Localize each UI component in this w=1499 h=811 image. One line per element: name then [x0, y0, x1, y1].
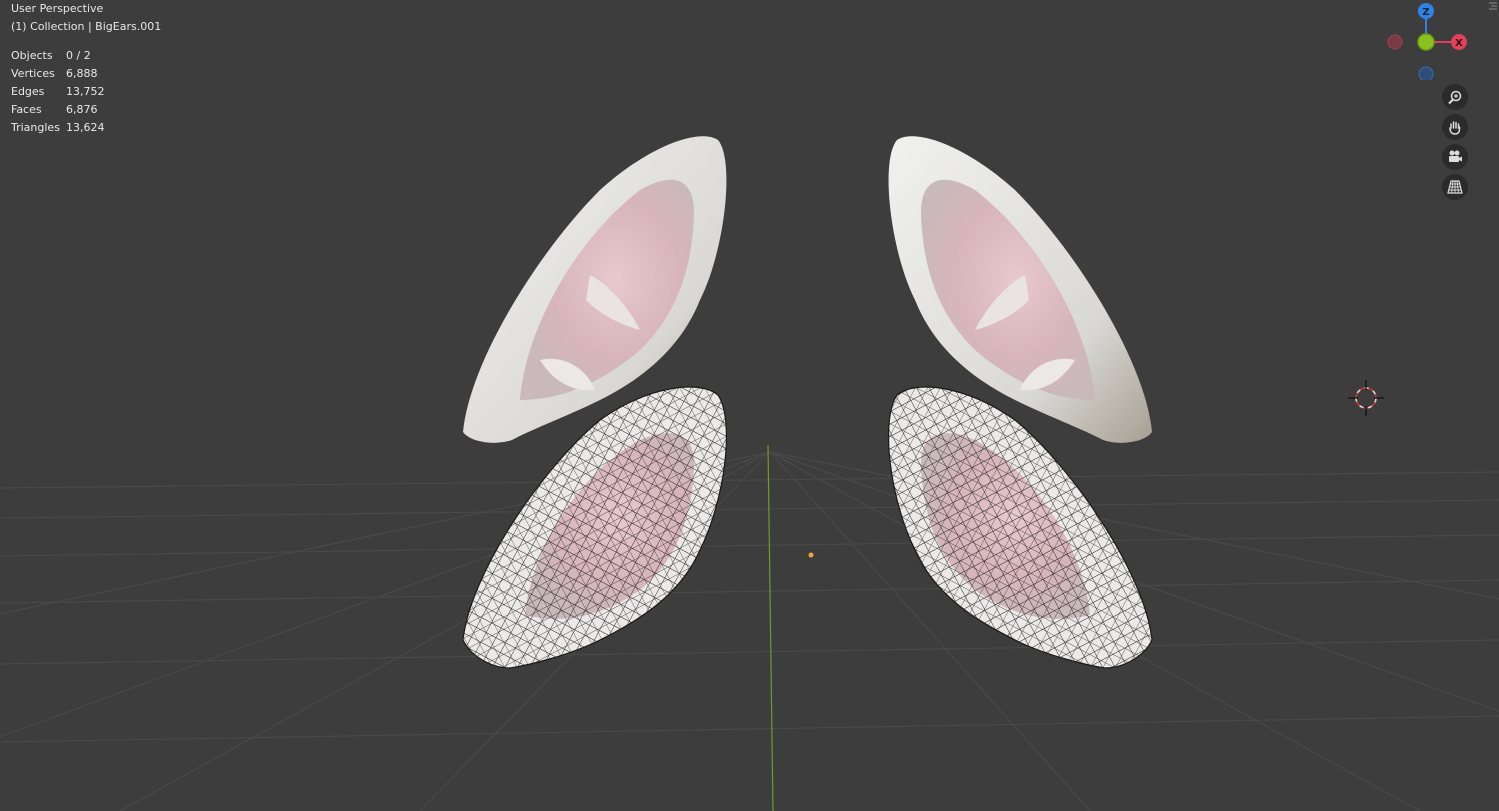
stat-row-triangles: Triangles 13,624	[11, 119, 105, 137]
zoom-icon	[1448, 90, 1462, 105]
gizmo-z-label: Z	[1422, 7, 1429, 18]
gizmo-x-label: X	[1455, 38, 1463, 49]
camera-view-icon	[1449, 150, 1462, 162]
scene-canvas[interactable]	[0, 0, 1499, 811]
stat-label: Triangles	[11, 121, 60, 134]
stat-value: 0 / 2	[66, 49, 91, 62]
gizmo-neg-x-icon[interactable]	[1387, 34, 1403, 50]
gizmo-y-icon[interactable]	[1417, 33, 1435, 51]
perspective-toggle-button[interactable]	[1442, 174, 1468, 200]
3d-viewport[interactable]: User Perspective (1) Collection | BigEar…	[0, 0, 1499, 811]
stat-label: Faces	[11, 103, 42, 116]
stat-label: Edges	[11, 85, 45, 98]
navigation-gizmo[interactable]: Z X	[1382, 0, 1472, 80]
floor-grid	[0, 451, 1499, 811]
camera-view-button[interactable]	[1442, 144, 1468, 170]
stat-label: Objects	[11, 49, 53, 62]
pan-hand-icon	[1449, 121, 1461, 135]
object-origin-dot[interactable]	[808, 552, 814, 558]
pan-button[interactable]	[1442, 114, 1468, 140]
region-toggle-icon[interactable]	[1485, 0, 1499, 16]
stat-row-edges: Edges 13,752	[11, 83, 105, 101]
view-name: User Perspective	[11, 2, 104, 15]
stat-row-objects: Objects 0 / 2	[11, 47, 105, 65]
stat-value: 6,888	[66, 67, 98, 80]
3d-cursor-icon[interactable]	[1348, 380, 1384, 416]
statistics-overlay: Objects 0 / 2 Vertices 6,888 Edges 13,75…	[11, 47, 105, 137]
stat-row-faces: Faces 6,876	[11, 101, 105, 119]
stat-label: Vertices	[11, 67, 55, 80]
stat-row-vertices: Vertices 6,888	[11, 65, 105, 83]
zoom-button[interactable]	[1442, 84, 1468, 110]
stat-value: 13,624	[66, 121, 105, 134]
stat-value: 13,752	[66, 85, 105, 98]
perspective-grid-icon	[1447, 180, 1463, 194]
y-axis-line	[767, 444, 774, 811]
active-object-label: (1) Collection | BigEars.001	[11, 20, 162, 33]
gizmo-neg-z-icon[interactable]	[1418, 66, 1434, 80]
stat-value: 6,876	[66, 103, 98, 116]
